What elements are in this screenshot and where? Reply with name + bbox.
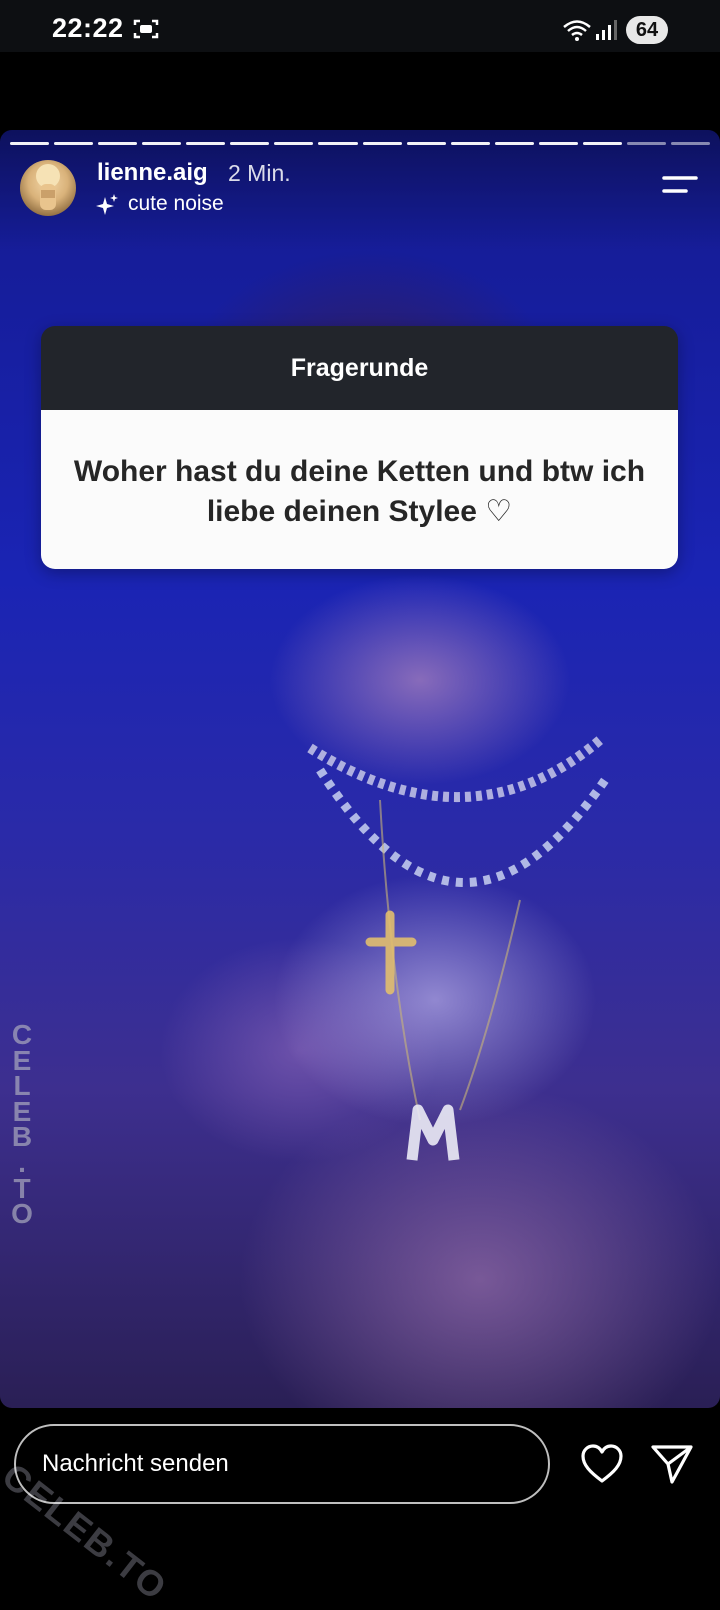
battery-badge: 64 xyxy=(626,16,668,44)
watermark-letter: C xyxy=(11,1019,33,1050)
progress-segment xyxy=(318,142,358,145)
question-sticker-text: Woher hast du deine Ketten und btw ich l… xyxy=(41,410,678,569)
screenshot-icon xyxy=(133,19,159,39)
progress-segment xyxy=(230,142,270,145)
progress-segment xyxy=(670,142,710,145)
progress-segment xyxy=(538,142,578,145)
progress-segment xyxy=(626,142,666,145)
progress-segment xyxy=(582,142,622,145)
send-icon[interactable] xyxy=(650,1443,694,1485)
question-sticker[interactable]: Fragerunde Woher hast du deine Ketten un… xyxy=(41,326,678,569)
watermark-vertical: CELEB.TO xyxy=(8,1019,36,1230)
progress-segment xyxy=(98,142,138,145)
progress-segment xyxy=(10,142,50,145)
story-top-shade xyxy=(0,130,720,250)
story-photo-jewelry xyxy=(307,736,609,1161)
story-viewer[interactable]: lienne.aig 2 Min. cute noise Fragerunde … xyxy=(0,130,720,1408)
progress-segment xyxy=(362,142,402,145)
story-time-ago: 2 Min. xyxy=(228,160,291,186)
progress-segment xyxy=(494,142,534,145)
story-username[interactable]: lienne.aig xyxy=(97,159,208,187)
progress-segment xyxy=(450,142,490,145)
menu-icon[interactable] xyxy=(660,174,698,198)
progress-segment xyxy=(406,142,446,145)
status-time: 22:22 xyxy=(52,13,124,43)
watermark-letter: O xyxy=(11,1198,33,1230)
signal-icon xyxy=(596,20,617,40)
progress-segment xyxy=(54,142,94,145)
sparkle-icon[interactable] xyxy=(96,193,120,217)
watermark-letter: L xyxy=(13,1070,31,1102)
question-sticker-title: Fragerunde xyxy=(41,326,678,410)
avatar-image xyxy=(36,164,60,210)
story-progress-bar xyxy=(10,142,710,145)
audio-label[interactable]: cute noise xyxy=(128,192,224,216)
status-bar: 22:22 64 xyxy=(0,0,720,52)
message-input[interactable] xyxy=(14,1424,550,1504)
heart-icon[interactable] xyxy=(580,1443,624,1485)
progress-segment xyxy=(186,142,226,145)
progress-segment xyxy=(142,142,182,145)
watermark-letter: . xyxy=(18,1146,26,1178)
avatar[interactable] xyxy=(20,160,76,216)
wifi-icon xyxy=(563,20,591,41)
progress-segment xyxy=(274,142,314,145)
